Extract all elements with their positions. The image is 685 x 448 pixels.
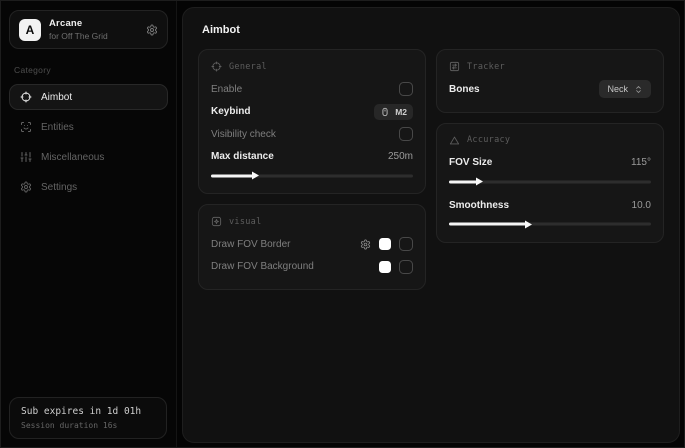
sidebar-item-settings[interactable]: Settings <box>9 174 168 200</box>
chevrons-up-down-icon <box>634 85 643 94</box>
max-distance-value: 250m <box>388 151 413 162</box>
left-column: General Enable Keybind M2 <box>198 49 426 290</box>
general-card: General Enable Keybind M2 <box>198 49 426 194</box>
triangle-icon <box>449 135 460 146</box>
panel-columns: General Enable Keybind M2 <box>198 49 664 290</box>
visibility-check-checkbox[interactable] <box>399 127 413 141</box>
enable-checkbox[interactable] <box>399 82 413 96</box>
right-column: Tracker Bones Neck <box>436 49 664 243</box>
draw-fov-border-controls <box>360 237 413 251</box>
visibility-check-label: Visibility check <box>211 129 276 140</box>
app-name: Arcane <box>49 18 138 29</box>
slider-fill <box>449 180 477 183</box>
accuracy-card-title: Accuracy <box>467 135 510 145</box>
visibility-check-row: Visibility check <box>211 123 413 146</box>
slider-fill <box>449 223 526 226</box>
draw-fov-background-checkbox[interactable] <box>399 260 413 274</box>
session-duration-text: Session duration 16s <box>21 421 155 430</box>
main-panel: Aimbot General Enable <box>182 7 680 443</box>
bones-row: Bones Neck <box>449 78 651 101</box>
smoothness-label: Smoothness <box>449 200 509 211</box>
brand-text: Arcane for Off The Grid <box>49 18 138 41</box>
gear-icon <box>20 181 32 193</box>
fov-size-row: FOV Size 115° <box>449 152 651 175</box>
max-distance-row: Max distance 250m <box>211 146 413 169</box>
visual-card-title: visual <box>229 217 262 227</box>
tracker-card-header: Tracker <box>449 61 651 72</box>
enable-label: Enable <box>211 84 242 95</box>
sparkle-square-icon <box>211 216 222 227</box>
app-subtitle: for Off The Grid <box>49 31 138 41</box>
keybind-row: Keybind M2 <box>211 101 413 124</box>
slider-track <box>211 174 413 177</box>
max-distance-slider[interactable] <box>211 171 413 180</box>
slider-fill <box>211 174 253 177</box>
general-card-header: General <box>211 61 413 72</box>
sub-expiry-text: Sub expires in 1d 01h <box>21 406 155 417</box>
gear-icon[interactable] <box>146 24 158 36</box>
slider-thumb[interactable] <box>525 220 532 228</box>
draw-fov-border-checkbox[interactable] <box>399 237 413 251</box>
smoothness-slider[interactable] <box>449 220 651 229</box>
draw-fov-background-controls <box>379 260 413 274</box>
visual-card-header: visual <box>211 216 413 227</box>
sidebar: A Arcane for Off The Grid Category Aimbo… <box>1 1 177 447</box>
fov-size-value: 115° <box>631 157 651 168</box>
slider-track <box>449 223 651 226</box>
slider-thumb[interactable] <box>476 178 483 186</box>
category-label: Category <box>14 65 168 75</box>
sidebar-item-aimbot[interactable]: Aimbot <box>9 84 168 110</box>
draw-fov-border-row: Draw FOV Border <box>211 233 413 256</box>
fov-background-color-swatch[interactable] <box>379 261 391 273</box>
app-logo: A <box>19 19 41 41</box>
draw-fov-background-row: Draw FOV Background <box>211 256 413 279</box>
keybind-label: Keybind <box>211 106 250 117</box>
fov-border-color-swatch[interactable] <box>379 238 391 250</box>
keybind-value: M2 <box>395 107 407 117</box>
bones-select[interactable]: Neck <box>599 80 651 98</box>
crosshair-icon <box>211 61 222 72</box>
crosshair-icon <box>20 91 32 103</box>
bones-label: Bones <box>449 84 480 95</box>
draw-fov-background-label: Draw FOV Background <box>211 261 314 272</box>
slider-thumb[interactable] <box>252 172 259 180</box>
brand-card: A Arcane for Off The Grid <box>9 10 168 49</box>
keybind-button[interactable]: M2 <box>374 104 413 120</box>
smoothness-value: 10.0 <box>632 200 651 211</box>
page-title: Aimbot <box>202 24 664 36</box>
sliders-icon <box>20 151 32 163</box>
accuracy-card: Accuracy FOV Size 115° <box>436 123 664 243</box>
swap-arrows-icon <box>449 61 460 72</box>
slider-track <box>449 180 651 183</box>
accuracy-card-header: Accuracy <box>449 135 651 146</box>
general-card-title: General <box>229 62 267 72</box>
tracker-card: Tracker Bones Neck <box>436 49 664 113</box>
mouse-icon <box>380 107 390 117</box>
sidebar-item-label: Entities <box>41 122 74 133</box>
smoothness-row: Smoothness 10.0 <box>449 194 651 217</box>
scan-face-icon <box>20 121 32 133</box>
sidebar-item-entities[interactable]: Entities <box>9 114 168 140</box>
app-window: A Arcane for Off The Grid Category Aimbo… <box>0 0 685 448</box>
sidebar-item-label: Miscellaneous <box>41 152 104 163</box>
fov-size-slider[interactable] <box>449 177 651 186</box>
gear-icon[interactable] <box>360 239 371 250</box>
enable-row: Enable <box>211 78 413 101</box>
subscription-card: Sub expires in 1d 01h Session duration 1… <box>9 397 167 439</box>
visual-card: visual Draw FOV Border Draw <box>198 204 426 290</box>
sidebar-item-miscellaneous[interactable]: Miscellaneous <box>9 144 168 170</box>
sidebar-item-label: Aimbot <box>41 92 72 103</box>
sidebar-item-label: Settings <box>41 182 77 193</box>
fov-size-label: FOV Size <box>449 157 492 168</box>
tracker-card-title: Tracker <box>467 62 505 72</box>
draw-fov-border-label: Draw FOV Border <box>211 239 290 250</box>
max-distance-label: Max distance <box>211 151 274 162</box>
bones-selected-value: Neck <box>607 84 628 94</box>
